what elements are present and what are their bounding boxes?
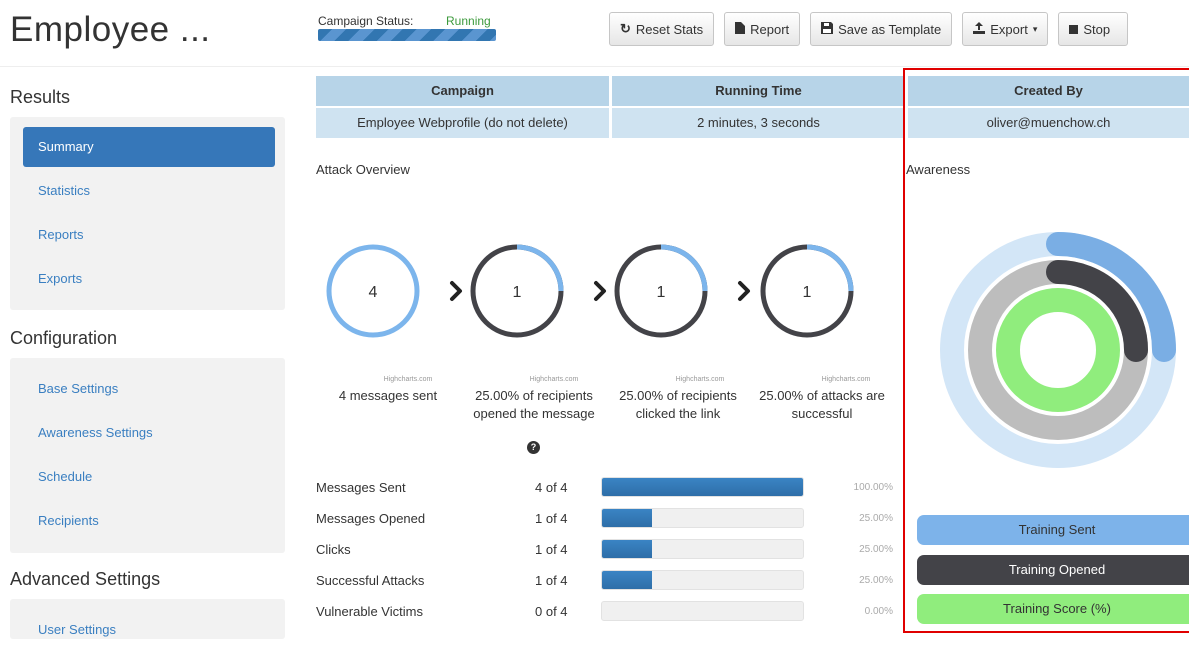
stop-button[interactable]: Stop [1058, 12, 1129, 46]
stat-progress-bar [601, 570, 804, 590]
highcharts-credit: Highcharts.com [821, 376, 871, 383]
reset-stats-label: Reset Stats [635, 21, 704, 37]
successful-caption: 25.00% of attacks are successful [759, 388, 885, 421]
results-section-title: Results [10, 87, 71, 107]
stat-label: Vulnerable Victims [316, 604, 423, 619]
report-button[interactable]: Report [724, 12, 801, 46]
stat-count: 1 of 4 [535, 573, 568, 588]
nav-item-schedule[interactable]: Schedule [23, 457, 275, 497]
attack-overview-title: Attack Overview [316, 162, 410, 177]
gauge-value: 1 [803, 284, 812, 301]
stat-percent: 25.00% [859, 575, 893, 586]
stat-count: 1 of 4 [535, 542, 568, 557]
export-icon [973, 21, 986, 37]
nav-item-exports[interactable]: Exports [23, 259, 275, 299]
campaign-status-value: Running [446, 14, 491, 28]
highcharts-credit: Highcharts.com [529, 376, 579, 383]
gauge-arc [516, 244, 564, 292]
highcharts-credit: Highcharts.com [383, 376, 433, 383]
stat-count: 1 of 4 [535, 511, 568, 526]
gauge-value: 1 [657, 284, 666, 301]
advanced-settings-nav: User Settings [10, 599, 285, 639]
campaign-header: Campaign [316, 76, 609, 106]
nav-item-awareness-settings[interactable]: Awareness Settings [23, 413, 275, 453]
configuration-nav: Base Settings Awareness Settings Schedul… [10, 358, 285, 553]
stat-progress-bar [601, 477, 804, 497]
header-divider [0, 66, 1189, 67]
stat-count: 4 of 4 [535, 480, 568, 495]
nav-item-summary[interactable]: Summary [23, 127, 275, 167]
page-title: Employee ... [10, 10, 211, 49]
refresh-icon: ↻ [620, 21, 631, 36]
stat-progress-bar [601, 601, 804, 621]
campaign-name-cell: Employee Webprofile (do not delete) [316, 108, 609, 138]
stat-label: Messages Sent [316, 480, 406, 495]
stat-progress-fill [602, 509, 653, 527]
stat-percent: 25.00% [859, 544, 893, 555]
highlight-box [903, 68, 1189, 633]
opened-caption: 25.00% of recipients opened the message [473, 388, 595, 421]
configuration-section-title: Configuration [10, 328, 118, 348]
stat-progress-bar [601, 508, 804, 528]
messages-sent-caption: 4 messages sent [338, 388, 438, 403]
nav-item-statistics[interactable]: Statistics [23, 171, 275, 211]
gauge-arc [806, 244, 854, 292]
save-as-template-label: Save as Template [838, 21, 942, 37]
stat-progress-bar [601, 539, 804, 559]
floppy-disk-icon [821, 21, 834, 37]
stat-percent: 25.00% [859, 513, 893, 524]
chevron-right-icon [594, 281, 606, 301]
attack-overview-gauges: 4 1 1 1 [326, 244, 854, 338]
stat-label: Messages Opened [316, 511, 426, 526]
running-time-cell: 2 minutes, 3 seconds [612, 108, 905, 138]
export-label: Export [990, 21, 1028, 37]
results-nav: Summary Statistics Reports Exports [10, 117, 285, 310]
chevron-right-icon [450, 281, 462, 301]
stop-icon [1069, 22, 1079, 37]
stat-label: Clicks [316, 542, 351, 557]
stat-label: Successful Attacks [316, 573, 425, 588]
stat-count: 0 of 4 [535, 604, 568, 619]
stat-percent: 100.00% [853, 482, 893, 493]
campaign-status-label: Campaign Status: [318, 14, 414, 28]
stat-percent: 0.00% [864, 606, 893, 617]
clicked-caption: 25.00% of recipients clicked the link [619, 388, 737, 421]
reset-stats-button[interactable]: ↻ Reset Stats [609, 12, 715, 46]
gauge-value: 1 [513, 284, 522, 301]
stat-progress-fill [602, 571, 653, 589]
nav-item-base-settings[interactable]: Base Settings [23, 369, 275, 409]
export-dropdown-button[interactable]: Export ▾ [962, 12, 1049, 46]
nav-item-recipients[interactable]: Recipients [23, 501, 275, 541]
caret-down-icon: ▾ [1032, 23, 1038, 34]
stop-label: Stop [1083, 21, 1111, 37]
advanced-settings-section-title: Advanced Settings [10, 569, 161, 589]
save-as-template-button[interactable]: Save as Template [810, 12, 953, 46]
stat-progress-fill [602, 478, 803, 496]
chevron-right-icon [738, 281, 750, 301]
gauge-value: 4 [369, 284, 378, 301]
campaign-status-progress [318, 29, 496, 41]
nav-item-user-settings[interactable]: User Settings [23, 610, 275, 650]
running-time-header: Running Time [612, 76, 905, 106]
help-icon[interactable]: ? [527, 441, 540, 454]
highcharts-credit: Highcharts.com [675, 376, 725, 383]
stat-progress-fill [602, 540, 653, 558]
gauge-arc [660, 244, 708, 292]
report-label: Report [750, 21, 790, 37]
toolbar: ↻ Reset Stats Report Save as Template Ex… [609, 12, 1129, 46]
nav-item-reports[interactable]: Reports [23, 215, 275, 255]
document-icon [735, 21, 746, 37]
